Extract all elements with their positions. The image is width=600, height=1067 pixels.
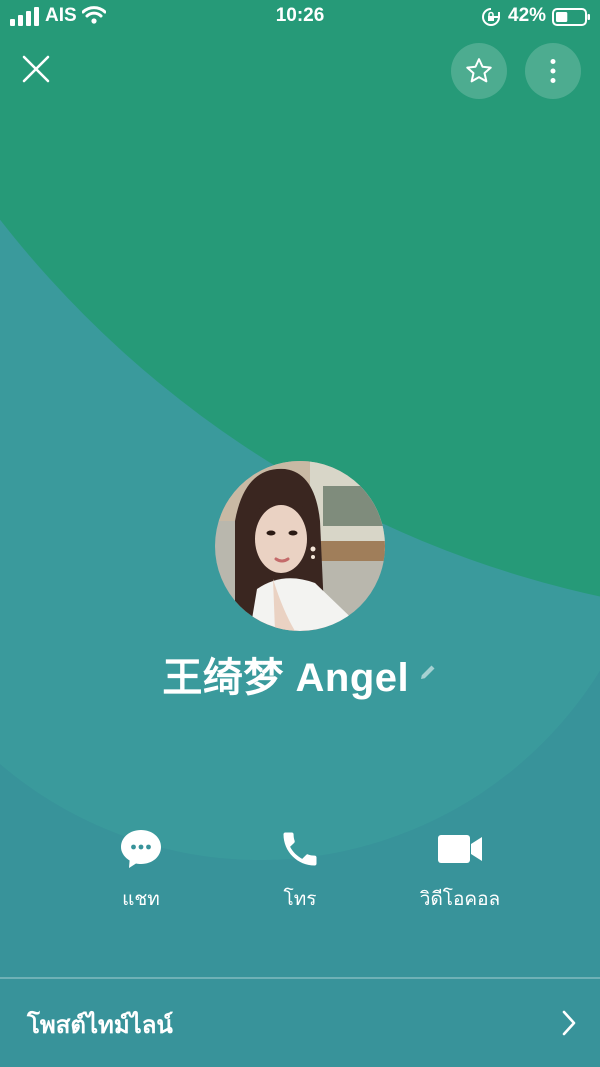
close-button[interactable] <box>18 51 54 87</box>
close-icon <box>22 55 50 83</box>
phone-icon <box>283 832 317 866</box>
star-icon <box>466 58 492 83</box>
chat-label: แชท <box>122 889 160 910</box>
rotation-lock-icon <box>482 8 500 26</box>
avatar-photo <box>215 461 385 631</box>
favorite-button[interactable] <box>451 43 507 99</box>
timeline-posts-label: โพสต์ไทม์ไลน์ <box>27 1012 173 1039</box>
profile-name: 王绮梦 Angel <box>162 656 410 700</box>
video-camera-icon <box>438 835 482 863</box>
battery-percent: 42% <box>508 5 547 26</box>
call-button[interactable]: โทร <box>220 826 380 914</box>
chat-bubble-icon <box>121 830 161 868</box>
status-bar: AIS 10:26 42% <box>0 0 600 34</box>
edit-name-icon[interactable] <box>418 662 438 687</box>
video-call-button[interactable]: วิดีโอคอล <box>380 826 540 914</box>
battery-icon <box>552 8 590 26</box>
chat-button[interactable]: แชท <box>61 826 221 914</box>
chevron-right-icon <box>562 1010 576 1036</box>
timeline-posts-row[interactable]: โพสต์ไทม์ไลน์ <box>0 979 600 1067</box>
action-bar: แชท โทร วิดีโอคอล <box>0 826 600 916</box>
more-vertical-icon <box>550 59 556 83</box>
call-label: โทร <box>283 889 317 910</box>
more-options-button[interactable] <box>525 43 581 99</box>
video-call-label: วิดีโอคอล <box>419 889 501 910</box>
profile-name-row: 王绮梦 Angel <box>0 645 600 703</box>
profile-avatar[interactable] <box>215 461 385 631</box>
